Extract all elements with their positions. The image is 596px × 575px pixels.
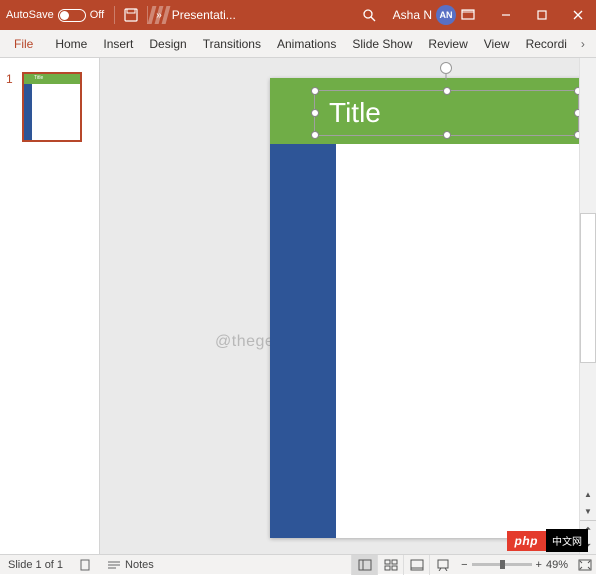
zoom-slider-thumb[interactable] xyxy=(500,560,505,569)
resize-handle-sw[interactable] xyxy=(311,131,319,139)
tab-transitions[interactable]: Transitions xyxy=(195,30,269,57)
vertical-scrollbar[interactable]: ▲ ▼ ⏶ ⏷ xyxy=(579,58,596,554)
notes-icon xyxy=(107,560,121,570)
scroll-down-icon[interactable]: ▼ xyxy=(580,503,596,520)
normal-view-button[interactable] xyxy=(351,555,377,575)
zoom-out-button[interactable]: − xyxy=(461,559,467,571)
tab-animations[interactable]: Animations xyxy=(269,30,344,57)
thumbnail-item[interactable]: 1 Title xyxy=(0,72,99,142)
slide[interactable]: Title xyxy=(270,78,596,538)
tab-insert[interactable]: Insert xyxy=(95,30,141,57)
tab-recording[interactable]: Recordi xyxy=(518,30,575,57)
resize-handle-s[interactable] xyxy=(443,131,451,139)
user-avatar: AN xyxy=(436,5,456,25)
zoom-controls: − + 49% xyxy=(455,559,574,571)
title-bar: AutoSave Off » Presentati... Asha N AN xyxy=(0,0,596,30)
zoom-value[interactable]: 49% xyxy=(546,559,568,571)
workspace: 1 Title @thegeekpage.com Title xyxy=(0,58,596,554)
status-bar: Slide 1 of 1 Notes − + 49% xyxy=(0,554,596,574)
window-controls xyxy=(488,0,596,30)
scroll-up-icon[interactable]: ▲ xyxy=(580,486,596,503)
ribbon-overflow-icon[interactable]: › xyxy=(575,30,591,57)
sorter-view-icon xyxy=(384,559,398,571)
reading-view-icon xyxy=(410,559,424,571)
search-button[interactable] xyxy=(357,3,381,27)
ribbon-tabs: File Home Insert Design Transitions Anim… xyxy=(0,30,596,58)
thumbnail-preview[interactable]: Title xyxy=(22,72,82,142)
rotate-stem xyxy=(446,73,447,80)
save-icon xyxy=(124,8,138,22)
fit-icon xyxy=(578,559,592,571)
slide-counter[interactable]: Slide 1 of 1 xyxy=(0,559,71,571)
thumb-title-text: Title xyxy=(34,75,43,81)
close-icon xyxy=(573,10,583,20)
badge-cn: 中文网 xyxy=(546,529,588,552)
notes-label: Notes xyxy=(125,559,154,571)
slide-canvas[interactable]: @thegeekpage.com Title ▲ ▼ ⏶ xyxy=(100,58,596,554)
save-button[interactable] xyxy=(119,3,143,27)
thumb-header-shape xyxy=(24,74,80,84)
accessibility-icon xyxy=(79,559,91,571)
close-button[interactable] xyxy=(560,0,596,30)
autosave-toggle[interactable]: AutoSave Off xyxy=(0,9,110,22)
user-name: Asha N xyxy=(393,8,432,22)
scrollbar-thumb[interactable] xyxy=(580,213,596,363)
accessibility-button[interactable] xyxy=(71,559,99,571)
badge-php: php xyxy=(507,531,547,551)
notes-button[interactable]: Notes xyxy=(99,559,162,571)
site-badge: php 中文网 xyxy=(507,529,589,552)
thumbnail-number: 1 xyxy=(6,72,16,142)
document-title: Presentati... xyxy=(172,8,236,22)
tab-file[interactable]: File xyxy=(0,30,47,57)
side-rectangle[interactable] xyxy=(270,144,336,538)
thumbnail-pane[interactable]: 1 Title xyxy=(0,58,100,554)
zoom-in-button[interactable]: + xyxy=(536,559,542,571)
title-text[interactable]: Title xyxy=(315,97,381,129)
maximize-icon xyxy=(537,10,547,20)
thumb-side-shape xyxy=(24,84,32,140)
status-right: − + 49% xyxy=(351,555,596,575)
autosave-label: AutoSave xyxy=(6,9,54,21)
search-icon xyxy=(362,8,376,22)
maximize-button[interactable] xyxy=(524,0,560,30)
minimize-icon xyxy=(501,10,511,20)
normal-view-icon xyxy=(358,559,372,571)
slideshow-view-button[interactable] xyxy=(429,555,455,575)
slideshow-view-icon xyxy=(436,559,450,571)
ribbon-display-button[interactable] xyxy=(456,3,480,27)
tab-design[interactable]: Design xyxy=(141,30,194,57)
resize-handle-nw[interactable] xyxy=(311,87,319,95)
title-placeholder[interactable]: Title xyxy=(314,90,579,136)
fit-to-window-button[interactable] xyxy=(574,559,596,571)
tab-slide-show[interactable]: Slide Show xyxy=(344,30,420,57)
tab-review[interactable]: Review xyxy=(420,30,475,57)
tab-home[interactable]: Home xyxy=(47,30,95,57)
ribbon-display-icon xyxy=(461,9,475,21)
resize-handle-w[interactable] xyxy=(311,109,319,117)
minimize-button[interactable] xyxy=(488,0,524,30)
sorter-view-button[interactable] xyxy=(377,555,403,575)
title-decor xyxy=(150,6,168,24)
resize-handle-n[interactable] xyxy=(443,87,451,95)
autosave-state: Off xyxy=(90,9,104,21)
zoom-slider[interactable] xyxy=(472,563,532,566)
divider xyxy=(114,6,115,24)
user-account[interactable]: Asha N AN xyxy=(393,5,456,25)
reading-view-button[interactable] xyxy=(403,555,429,575)
tab-view[interactable]: View xyxy=(476,30,518,57)
autosave-switch-icon xyxy=(58,9,86,22)
